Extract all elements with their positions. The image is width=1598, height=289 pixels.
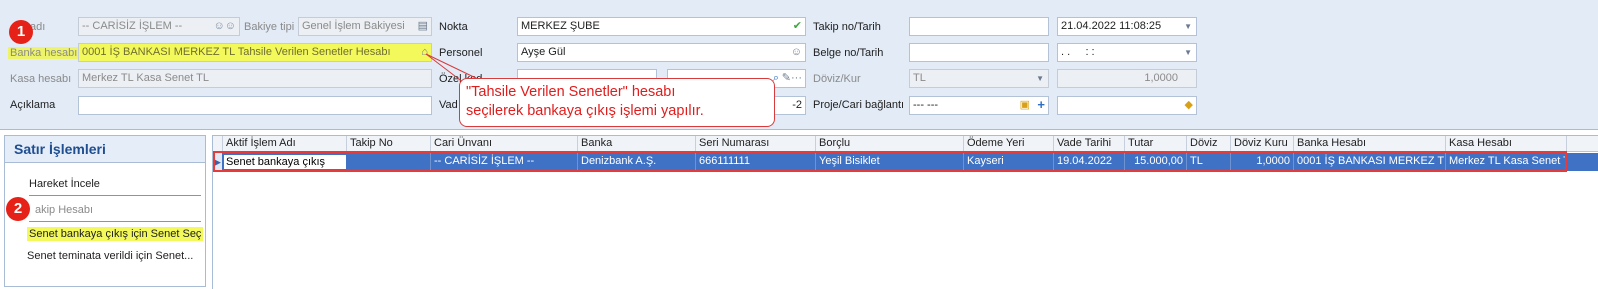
check-icon[interactable]: ✔: [793, 19, 802, 34]
proje-field[interactable]: --- --- ▣ +: [909, 96, 1049, 115]
sidebar-item-takip-hesabi[interactable]: akip Hesabı: [35, 204, 93, 216]
takip-tarih-field[interactable]: 21.04.2022 11:08:25 ▼: [1057, 17, 1197, 36]
header-form-panel: adı -- CARİSİZ İŞLEM -- ☺☺ Bakiye tipi G…: [0, 0, 1598, 130]
callout-line-2: seçilerek bankaya çıkış işlemi yapılır.: [466, 103, 704, 119]
grid-header: Aktif İşlem Adı Takip No Cari Ünvanı Ban…: [213, 136, 1598, 152]
cari-field[interactable]: -- CARİSİZ İŞLEM -- ☺☺: [78, 17, 240, 36]
column-header[interactable]: Banka: [578, 136, 696, 152]
divider: [29, 195, 201, 196]
belge-no-field[interactable]: [909, 43, 1049, 62]
people-icon[interactable]: ☺☺: [214, 19, 236, 34]
column-header[interactable]: Kasa Hesabı: [1446, 136, 1567, 152]
sidebar-item-senet-bankaya-cikis[interactable]: Senet bankaya çıkış için Senet Seç: [27, 227, 203, 241]
takip-label: Takip no/Tarih: [813, 21, 881, 33]
column-header[interactable]: Tutar: [1125, 136, 1187, 152]
column-header[interactable]: Döviz Kuru: [1231, 136, 1294, 152]
belge-tarih-field[interactable]: . . : : ▼: [1057, 43, 1197, 62]
nokta-value: MERKEZ ŞUBE: [521, 20, 600, 32]
takip-tarih-value: 21.04.2022 11:08:25: [1061, 20, 1162, 32]
lock-icon[interactable]: ▣: [1020, 98, 1030, 113]
kur-field[interactable]: 1,0000: [1057, 69, 1197, 88]
callout-line-1: "Tahsile Verilen Senetler" hesabı: [466, 84, 676, 100]
annotation-callout: "Tahsile Verilen Senetler" hesabı seçile…: [459, 78, 775, 127]
banka-hesabi-value: 0001 İŞ BANKASI MERKEZ TL Tahsile Verile…: [82, 46, 391, 58]
column-header[interactable]: Aktif İşlem Adı: [223, 136, 347, 152]
banka-hesabi-label: Banka hesabı: [8, 47, 80, 59]
aciklama-field[interactable]: [78, 96, 432, 115]
sidebar-item-senet-teminat[interactable]: Senet teminata verildi için Senet...: [27, 250, 193, 262]
row-highlight-frame: [213, 151, 1567, 172]
proje-extra-field[interactable]: ◆: [1057, 96, 1197, 115]
chevron-down-icon[interactable]: ▼: [1184, 45, 1192, 60]
nokta-label: Nokta: [439, 21, 468, 33]
person-search-icon[interactable]: ☺: [791, 45, 802, 60]
doviz-value: TL: [913, 72, 926, 84]
vade-label: Vad: [439, 99, 458, 111]
takip-no-field[interactable]: [909, 17, 1049, 36]
personel-value: Ayşe Gül: [521, 46, 566, 58]
chevron-down-icon[interactable]: ▼: [1184, 19, 1192, 34]
bakiye-tipi-label: Bakiye tipi: [244, 21, 295, 33]
belge-tarih-value: . . : :: [1061, 46, 1095, 58]
edit-icon[interactable]: ✎: [782, 71, 791, 86]
column-header[interactable]: Seri Numarası: [696, 136, 816, 152]
chevron-down-icon[interactable]: ▼: [1036, 71, 1044, 86]
column-header[interactable]: Ödeme Yeri: [964, 136, 1054, 152]
kur-value: 1,0000: [1144, 72, 1178, 84]
more-icon[interactable]: ···: [791, 71, 802, 86]
column-header[interactable]: Vade Tarihi: [1054, 136, 1125, 152]
proje-value: --- ---: [913, 99, 939, 111]
step-marker-1: 1: [9, 20, 33, 44]
list-icon[interactable]: ▤: [418, 19, 428, 34]
tag-icon[interactable]: ◆: [1185, 98, 1193, 113]
column-header[interactable]: Döviz: [1187, 136, 1231, 152]
step-marker-2: 2: [6, 197, 30, 221]
nokta-field[interactable]: MERKEZ ŞUBE ✔: [517, 17, 806, 36]
sidebar-item-hareket-incele[interactable]: Hareket İncele: [29, 178, 100, 190]
column-header[interactable]: Borçlu: [816, 136, 964, 152]
doviz-label: Döviz/Kur: [813, 73, 861, 85]
belge-label: Belge no/Tarih: [813, 47, 884, 59]
plus-icon[interactable]: +: [1037, 98, 1045, 112]
grid-corner: [213, 136, 223, 152]
column-header[interactable]: Takip No: [347, 136, 431, 152]
row-actions-title: Satır İşlemleri: [5, 136, 205, 163]
vade-value: -2: [792, 99, 802, 111]
cari-value: -- CARİSİZ İŞLEM --: [82, 20, 183, 32]
column-header[interactable]: Cari Ünvanı: [431, 136, 578, 152]
kasa-hesabi-field[interactable]: Merkez TL Kasa Senet TL: [78, 69, 432, 88]
column-header[interactable]: Banka Hesabı: [1294, 136, 1446, 152]
banka-hesabi-field[interactable]: 0001 İŞ BANKASI MERKEZ TL Tahsile Verile…: [78, 43, 432, 62]
kasa-hesabi-label: Kasa hesabı: [10, 73, 72, 85]
bakiye-tipi-field[interactable]: Genel İşlem Bakiyesi ▤: [298, 17, 432, 36]
doviz-field[interactable]: TL ▼: [909, 69, 1049, 88]
aciklama-label: Açıklama: [10, 99, 56, 111]
row-actions-panel: Satır İşlemleri Hareket İncele akip Hesa…: [4, 135, 206, 287]
divider: [29, 221, 201, 222]
proje-label: Proje/Cari bağlantı: [813, 99, 905, 111]
personel-field[interactable]: Ayşe Gül ☺: [517, 43, 806, 62]
bakiye-tipi-value: Genel İşlem Bakiyesi: [302, 20, 405, 32]
kasa-hesabi-value: Merkez TL Kasa Senet TL: [82, 72, 209, 84]
